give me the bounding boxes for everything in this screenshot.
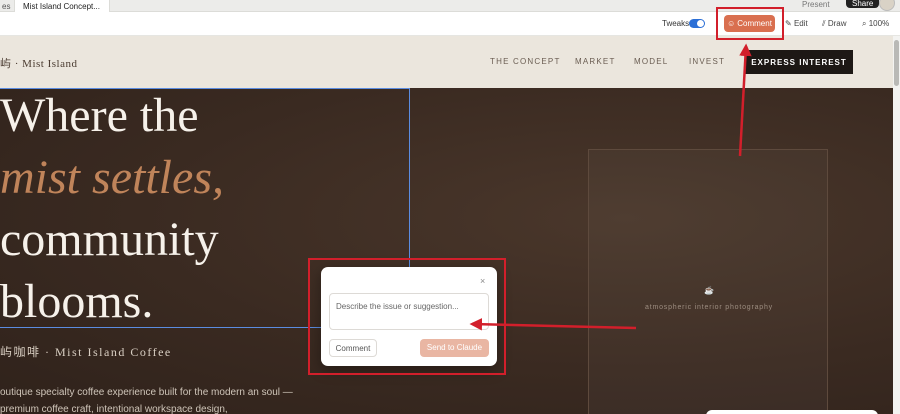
- zoom-value: 100%: [868, 19, 890, 28]
- annotation-box-popover: [308, 258, 506, 375]
- zoom-icon: ⌕: [862, 19, 867, 28]
- coffee-icon: ☕: [704, 286, 714, 295]
- hero-description: outique specialty coffee experience buil…: [0, 387, 293, 414]
- tweaks-toggle[interactable]: [689, 19, 705, 28]
- nav-link-model[interactable]: MODEL: [634, 57, 668, 66]
- share-button[interactable]: Share: [846, 0, 880, 8]
- photo-placeholder: ☕ atmospheric interior photography: [588, 149, 828, 414]
- site-brand[interactable]: 屿 · Mist Island: [0, 55, 77, 71]
- nav-link-concept[interactable]: THE CONCEPT: [490, 57, 561, 66]
- nav-link-market[interactable]: MARKET: [575, 57, 616, 66]
- express-interest-button[interactable]: EXPRESS INTEREST: [745, 50, 853, 74]
- draw-label: Draw: [827, 19, 847, 28]
- photo-caption: atmospheric interior photography: [645, 304, 773, 311]
- edit-button[interactable]: ✎ Edit: [785, 19, 808, 28]
- scrollbar[interactable]: [893, 36, 900, 414]
- brush-icon: ⫽: [822, 19, 826, 28]
- browser-tab-active[interactable]: Mist Island Concept...: [14, 0, 110, 12]
- hero-subtitle: 屿咖啡 · Mist Island Coffee: [0, 345, 172, 359]
- zoom-control[interactable]: ⌕ 100%: [862, 19, 889, 29]
- browser-tab[interactable]: es: [0, 0, 14, 12]
- scrollbar-thumb[interactable]: [894, 40, 899, 86]
- present-button[interactable]: Present: [802, 0, 830, 9]
- nav-link-invest[interactable]: INVEST: [689, 57, 725, 66]
- edit-label: Edit: [793, 19, 808, 28]
- pencil-icon: ✎: [785, 19, 792, 28]
- tweaks-label: Tweaks: [662, 19, 690, 28]
- annotation-box-comment-button: [716, 7, 784, 40]
- site-nav: 屿 · Mist Island THE CONCEPT MARKET MODEL…: [0, 36, 893, 88]
- avatar[interactable]: [879, 0, 895, 11]
- draw-button[interactable]: ⫽ Draw: [822, 19, 846, 29]
- bottom-card: [706, 410, 878, 414]
